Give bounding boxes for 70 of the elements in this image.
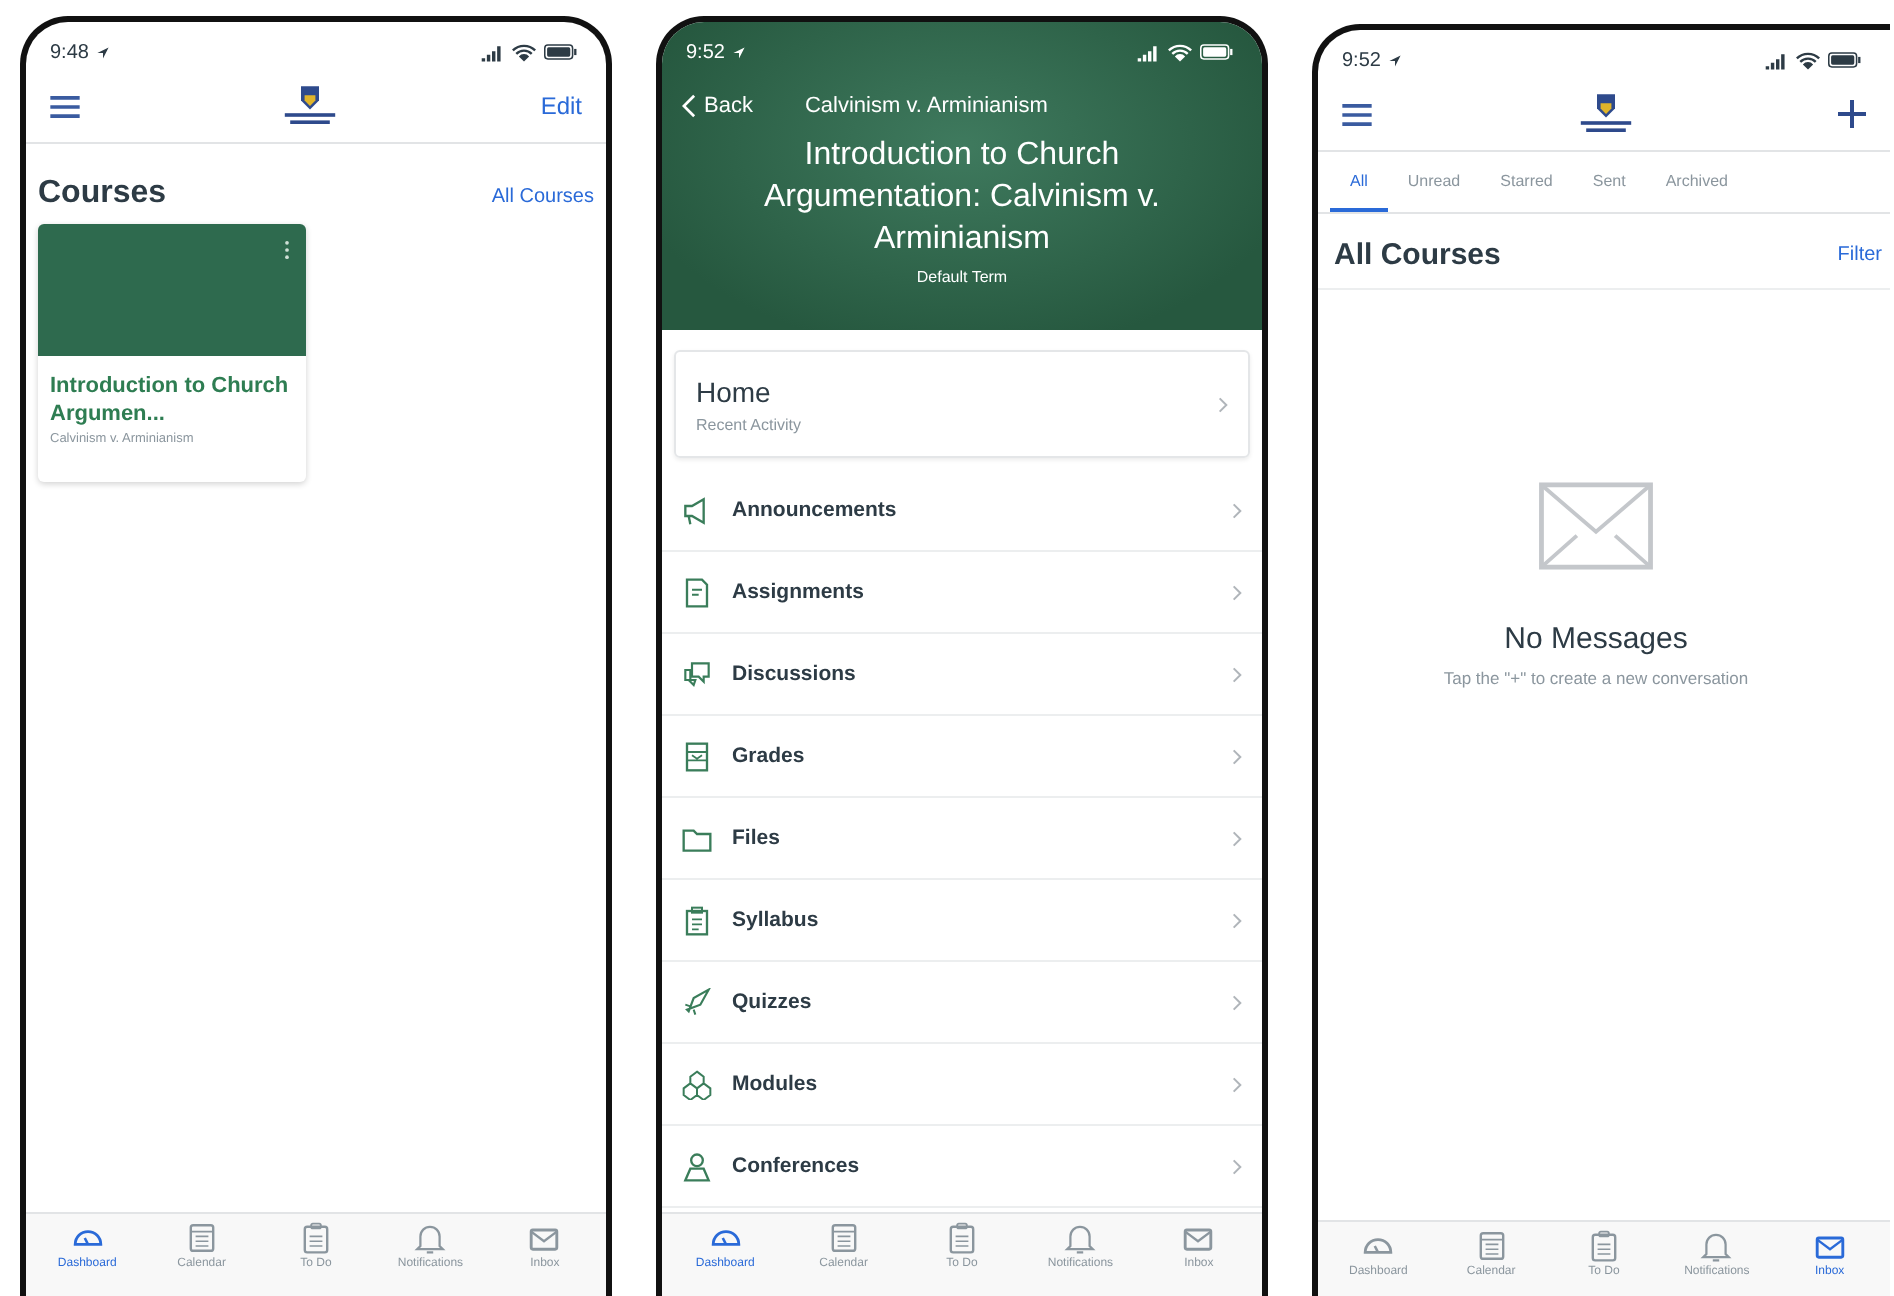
course-menu-item[interactable]: Discussions <box>662 634 1262 716</box>
chevron-right-icon <box>1232 501 1242 519</box>
wifi-icon <box>1168 43 1192 61</box>
course-title: Introduction to Church Argumentation: Calvinism v. Arminianism <box>762 136 1162 260</box>
home-sublabel: Recent Activity <box>696 415 803 433</box>
bell-icon <box>412 1222 449 1254</box>
course-title: Introduction to Church Argumen... <box>48 372 291 428</box>
home-label: Home <box>696 375 773 407</box>
course-menu-item[interactable]: Grades <box>662 716 1262 798</box>
status-time: 9:48 <box>50 41 89 63</box>
plus-icon[interactable] <box>1838 100 1866 128</box>
menu-icon[interactable] <box>50 95 80 117</box>
chevron-right-icon <box>1232 1075 1242 1093</box>
chevron-right-icon <box>1232 829 1242 847</box>
battery-icon <box>1200 44 1234 60</box>
bell-icon <box>1698 1230 1735 1262</box>
status-time: 9:52 <box>686 41 725 63</box>
edit-link[interactable]: Edit <box>540 92 582 120</box>
course-menu-item[interactable]: Syllabus <box>662 880 1262 962</box>
inbox-filter-tab[interactable]: Starred <box>1480 152 1573 212</box>
nav-title: Calvinism v. Arminianism <box>804 94 1048 118</box>
empty-state-title: No Messages <box>1504 622 1688 656</box>
battery-icon <box>1828 52 1862 68</box>
person-icon <box>682 1151 712 1181</box>
chevron-right-icon <box>1232 993 1242 1011</box>
chat-bubbles-icon <box>682 659 712 689</box>
signal-icon <box>480 43 504 61</box>
location-arrow-icon <box>1388 53 1403 67</box>
signal-icon <box>1136 43 1160 61</box>
document-icon <box>682 577 712 607</box>
chevron-right-icon <box>1232 665 1242 683</box>
status-time: 9:52 <box>1342 49 1381 71</box>
course-menu-item[interactable]: Announcements <box>662 470 1262 552</box>
chevron-right-icon <box>1218 395 1228 413</box>
bell-icon <box>1062 1222 1099 1254</box>
inbox-filter-tab[interactable]: Sent <box>1572 152 1646 212</box>
chevron-right-icon <box>1232 583 1242 601</box>
clipboard-icon <box>298 1222 334 1254</box>
chevron-left-icon <box>682 94 696 118</box>
inbox-filter-tab[interactable]: All <box>1330 152 1388 212</box>
chevron-right-icon <box>1232 1157 1242 1175</box>
empty-state-hint: Tap the "+" to create a new conversation <box>1443 668 1749 688</box>
course-menu-item[interactable]: Conferences <box>662 1126 1262 1208</box>
section-heading: Courses <box>38 176 167 212</box>
back-button[interactable]: Back <box>682 94 753 118</box>
wifi-icon <box>512 43 536 61</box>
course-menu-item[interactable]: Files <box>662 798 1262 880</box>
course-menu-item[interactable]: Assignments <box>662 552 1262 634</box>
location-arrow-icon <box>732 45 747 59</box>
all-courses-link[interactable]: All Courses <box>491 186 594 208</box>
battery-icon <box>544 44 578 60</box>
inbox-filter-tab[interactable]: Unread <box>1387 152 1481 212</box>
wifi-icon <box>1796 51 1820 69</box>
location-arrow-icon <box>96 45 111 59</box>
envelope-icon <box>1538 482 1654 570</box>
home-row[interactable]: Home Recent Activity <box>674 350 1250 458</box>
chevron-right-icon <box>1232 747 1242 765</box>
section-heading: All Courses <box>1334 238 1501 272</box>
inbox-filter-tab[interactable]: Archived <box>1645 152 1748 212</box>
gradebook-icon <box>682 741 712 771</box>
term-label: Default Term <box>914 268 1010 286</box>
chevron-right-icon <box>1232 911 1242 929</box>
course-menu-item[interactable]: Quizzes <box>662 962 1262 1044</box>
more-options-icon[interactable] <box>284 240 290 260</box>
signal-icon <box>1764 51 1788 69</box>
course-menu-item[interactable]: Modules <box>662 1044 1262 1126</box>
clipboard-icon <box>944 1222 980 1254</box>
menu-icon[interactable] <box>1342 103 1372 125</box>
clipboard-icon <box>682 905 712 935</box>
filter-link[interactable]: Filter <box>1837 244 1882 266</box>
